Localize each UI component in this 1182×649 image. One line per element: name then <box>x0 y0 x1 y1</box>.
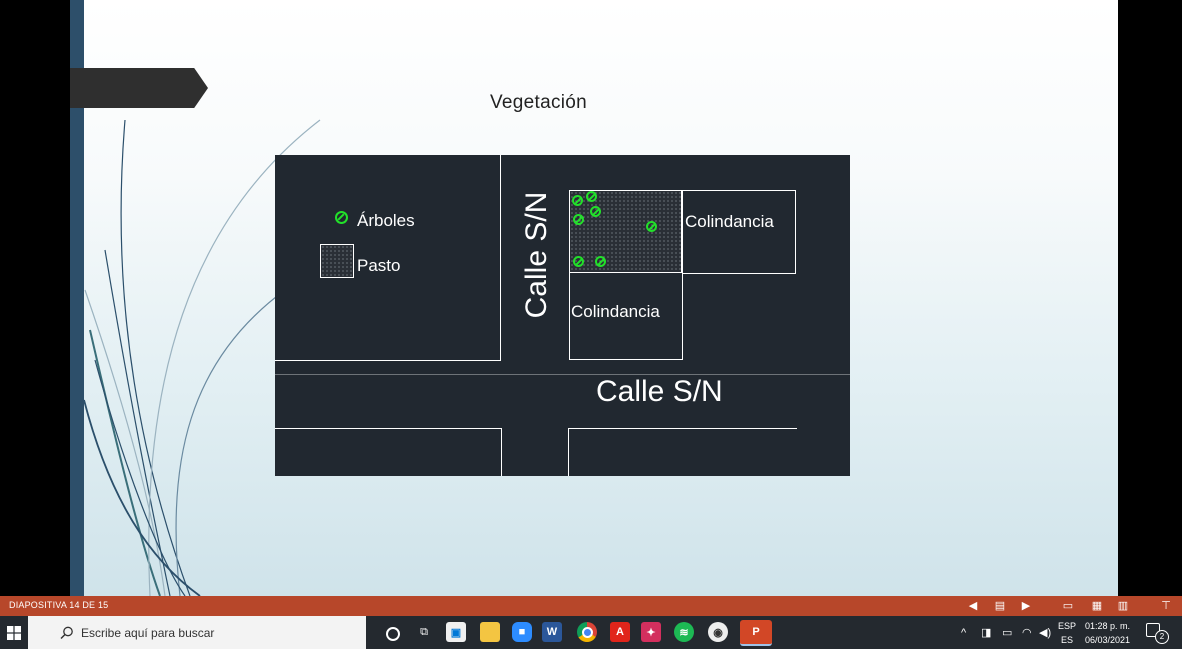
neighbor-bottom-label: Colindancia <box>571 302 660 321</box>
clock-time[interactable]: 01:28 p. m. <box>1085 621 1130 631</box>
file-explorer-icon[interactable] <box>480 622 500 642</box>
tree-icon <box>572 195 583 206</box>
zoom-icon[interactable]: ■ <box>512 622 532 642</box>
presentation-status-bar: DIAPOSITIVA 14 DE 15 ◀ ▤ ▶ ▭ ▦ ▥ ⊤ <box>0 596 1182 616</box>
slide-sorter-icon[interactable]: ▦ <box>1089 598 1105 614</box>
previous-slide-icon[interactable]: ◀ <box>965 598 981 614</box>
block-bottom-left-right-edge <box>501 428 502 476</box>
search-box[interactable]: Escribe aquí para buscar <box>28 616 366 649</box>
search-placeholder: Escribe aquí para buscar <box>81 626 215 640</box>
tree-icon <box>573 214 584 225</box>
slideshow-icon[interactable]: ⊤ <box>1158 598 1174 614</box>
tree-icon <box>595 256 606 267</box>
block-top-left-bottom-edge <box>275 360 501 361</box>
tree-icon <box>573 256 584 267</box>
windows-taskbar: Escribe aquí para buscar ⧉ ▣ ■ W A ✦ ≋ ◉… <box>0 616 1182 649</box>
cortana-icon[interactable] <box>386 627 400 641</box>
grass-lot <box>569 190 682 273</box>
block-bottom-left-top-edge <box>275 428 502 429</box>
slide-title: Vegetación <box>490 92 588 113</box>
neighbor-right-box <box>682 190 796 274</box>
notification-count-badge: 2 <box>1155 630 1169 644</box>
block-bottom-right-top-edge <box>568 428 797 429</box>
powerpoint-icon[interactable]: P <box>740 620 772 646</box>
legend-grass-label: Pasto <box>357 256 401 275</box>
next-slide-icon[interactable]: ▶ <box>1018 598 1034 614</box>
battery-icon[interactable]: ▭ <box>1002 626 1012 639</box>
street-top-edge <box>275 374 850 375</box>
task-view-icon[interactable]: ⧉ <box>414 622 434 642</box>
neighbor-right-label: Colindancia <box>685 212 774 231</box>
windows-logo-icon <box>7 626 21 640</box>
tree-icon <box>646 221 657 232</box>
tree-icon <box>590 206 601 217</box>
chrome-icon[interactable] <box>577 622 597 642</box>
language-bottom[interactable]: ES <box>1061 635 1073 645</box>
store-icon[interactable]: ▣ <box>446 622 466 642</box>
language-top[interactable]: ESP <box>1058 621 1076 631</box>
notifications-button[interactable]: 2 <box>1146 623 1169 644</box>
show-hidden-icons-icon[interactable]: ^ <box>961 627 966 639</box>
screen: Vegetación Árboles Pasto Colindancia Col… <box>0 0 1182 649</box>
legend-trees-label: Árboles <box>357 211 415 230</box>
reading-view-icon[interactable]: ▥ <box>1115 598 1131 614</box>
block-top-left-right-edge <box>500 155 501 361</box>
meet-now-icon[interactable]: ◨ <box>981 626 991 639</box>
notes-icon[interactable]: ▤ <box>992 598 1008 614</box>
title-arrow-shape <box>70 68 208 108</box>
clock-date[interactable]: 06/03/2021 <box>1085 635 1130 645</box>
site-vegetation-diagram: Árboles Pasto Colindancia Colindancia Ca… <box>275 155 850 476</box>
word-icon[interactable]: W <box>542 622 562 642</box>
search-icon <box>60 626 73 640</box>
start-button[interactable] <box>0 616 28 649</box>
tree-icon <box>586 191 597 202</box>
wifi-icon[interactable]: ◠ <box>1022 626 1032 639</box>
block-bottom-right-left-edge <box>568 428 569 476</box>
spotify-icon[interactable]: ≋ <box>674 622 694 642</box>
normal-view-icon[interactable]: ▭ <box>1060 598 1076 614</box>
app2-icon[interactable]: ◉ <box>708 622 728 642</box>
volume-icon[interactable]: ◀) <box>1039 626 1051 639</box>
legend-grass-swatch <box>320 244 354 278</box>
legend-tree-icon <box>335 211 348 224</box>
app-icon[interactable]: ✦ <box>641 622 661 642</box>
street-horizontal-label: Calle S/N <box>596 375 723 408</box>
slide-indicator: DIAPOSITIVA 14 DE 15 <box>9 600 109 610</box>
street-vertical-label: Calle S/N <box>520 191 553 319</box>
slide: Vegetación Árboles Pasto Colindancia Col… <box>70 0 1118 596</box>
acrobat-icon[interactable]: A <box>610 622 630 642</box>
